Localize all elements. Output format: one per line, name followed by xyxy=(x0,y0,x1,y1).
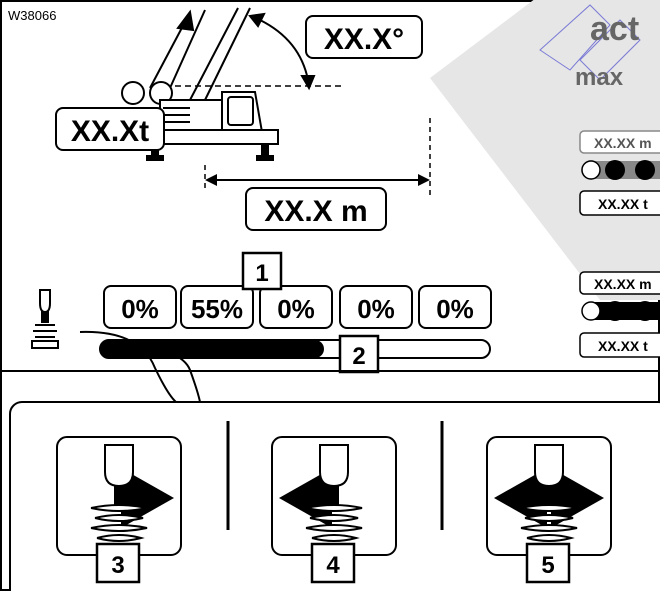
percent-value-4: 0% xyxy=(357,294,395,324)
lever-grip xyxy=(534,444,564,488)
percent-box-2: 55% xyxy=(180,285,254,329)
side-group-2: XX.XX m XX.XX t xyxy=(579,271,660,358)
percent-boxes: 0% 55% 0% 0% 0% xyxy=(103,285,492,329)
angle-arc xyxy=(259,19,309,81)
crane-control-diagram: W38066 act max XX.X° XX.Xt XX.X m XX.XX … xyxy=(0,0,660,591)
bellows-ring xyxy=(305,524,363,532)
side-dot-1c xyxy=(635,160,655,180)
radius-readout-box: XX.X m xyxy=(245,187,387,231)
side-group-2-bottom: XX.XX t xyxy=(598,338,648,354)
radius-arrow-left xyxy=(205,174,217,186)
lever-grip xyxy=(104,444,134,488)
bellows-ring xyxy=(520,504,578,512)
lever-grip xyxy=(319,444,349,488)
joystick-panels: 3 4 5 xyxy=(56,436,612,584)
lever-shaft xyxy=(544,486,554,506)
radius-arrow-right xyxy=(418,174,430,186)
bellows-ring xyxy=(520,524,578,532)
side-dot-2b xyxy=(605,301,625,321)
percent-box-4: 0% xyxy=(339,285,413,329)
diagram-canvas: W38066 act max XX.X° XX.Xt XX.X m XX.XX … xyxy=(0,0,660,591)
bellows-ring xyxy=(524,514,574,522)
callout-4-label: 4 xyxy=(326,552,340,579)
callout-5-label: 5 xyxy=(541,552,554,579)
side-dot-1b xyxy=(605,160,625,180)
outrigger-right-pad xyxy=(256,155,274,161)
figure-id: W38066 xyxy=(8,8,56,23)
callout-1-label: 1 xyxy=(255,260,268,287)
side-group-1-top: XX.XX m xyxy=(594,135,652,151)
lever-shaft xyxy=(329,486,339,506)
joystick-icon xyxy=(31,289,59,349)
bellows-ring xyxy=(305,504,363,512)
side-dot-2-empty xyxy=(581,301,601,321)
side-dot-1-empty xyxy=(581,160,601,180)
side-group-1: XX.XX m XX.XX t xyxy=(579,130,660,216)
percent-value-2: 55% xyxy=(191,294,243,324)
percent-box-3: 0% xyxy=(259,285,333,329)
outrigger-left-pad xyxy=(146,155,164,161)
hook-cable xyxy=(149,21,186,89)
bellows-ring xyxy=(526,534,575,542)
counterweight-1 xyxy=(121,81,145,105)
bellows-ring xyxy=(309,514,359,522)
percent-box-5: 0% xyxy=(418,285,492,329)
callout-5: 5 xyxy=(525,542,571,584)
arc-arrow-top xyxy=(248,12,266,28)
bellows-ring xyxy=(94,514,144,522)
percent-value-3: 0% xyxy=(277,294,315,324)
percent-value-5: 0% xyxy=(436,294,474,324)
cab-window xyxy=(227,96,254,126)
side-dot-2c xyxy=(635,301,655,321)
angle-readout-box: XX.X° xyxy=(305,15,423,59)
cable-arrow xyxy=(176,9,195,32)
bellows-ring xyxy=(90,504,148,512)
callout-2-label: 2 xyxy=(352,343,365,370)
side-group-2-top: XX.XX m xyxy=(594,276,652,292)
callout-2: 2 xyxy=(338,334,380,374)
lever-shaft xyxy=(114,486,124,506)
percent-box-1: 0% xyxy=(103,285,177,329)
side-group-1-bottom: XX.XX t xyxy=(598,196,648,212)
outrigger-right xyxy=(261,143,269,157)
bellows-ring xyxy=(90,524,148,532)
percent-value-1: 0% xyxy=(121,294,159,324)
callout-3: 3 xyxy=(95,542,141,584)
act-label: act xyxy=(590,10,639,48)
max-label: max xyxy=(575,64,624,91)
bellows-ring xyxy=(96,534,145,542)
callout-3-label: 3 xyxy=(111,552,124,579)
load-readout-box: XX.Xt xyxy=(55,107,165,151)
bellows-ring xyxy=(311,534,360,542)
radius-readout: XX.X m xyxy=(264,195,367,228)
load-readout: XX.Xt xyxy=(71,115,149,148)
callout-1: 1 xyxy=(241,251,283,291)
angle-readout: XX.X° xyxy=(324,23,404,56)
callout-4: 4 xyxy=(310,542,356,584)
arc-arrow-bottom xyxy=(300,75,316,91)
